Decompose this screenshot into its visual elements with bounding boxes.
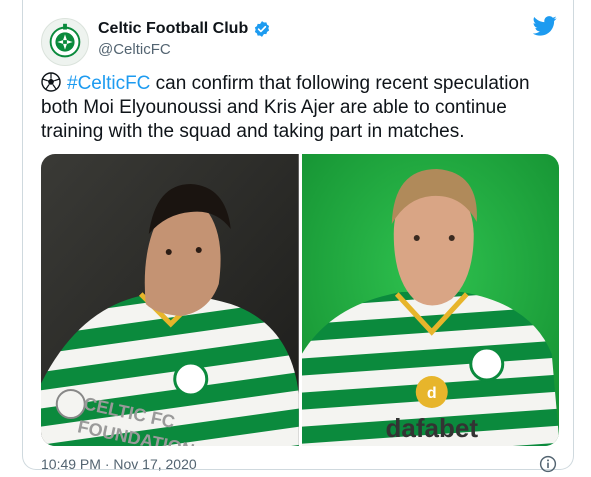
sponsor-text: dafabet [385, 413, 478, 443]
avatar[interactable] [41, 18, 89, 66]
photo-elyounoussi[interactable]: CELTIC FC FOUNDATION [41, 154, 299, 446]
hashtag-link[interactable]: #CelticFC [67, 73, 150, 94]
tweet-text: #CelticFC can confirm that following rec… [41, 72, 561, 144]
media-grid: CELTIC FC FOUNDATION d dafabet [41, 154, 559, 446]
info-icon[interactable] [539, 455, 557, 473]
tweet-timestamp[interactable]: 10:49 PM · Nov 17, 2020 [41, 456, 197, 472]
celtic-crest-icon [49, 23, 81, 58]
photo-ajer[interactable]: d dafabet [301, 154, 559, 446]
account-handle[interactable]: @CelticFC [98, 41, 171, 58]
account-name[interactable]: Celtic Football Club [98, 20, 248, 38]
soccer-ball-icon [41, 72, 61, 92]
player-photo-left: CELTIC FC FOUNDATION [41, 154, 299, 446]
verified-badge-icon [255, 21, 270, 37]
player-photo-right: d dafabet [301, 154, 559, 446]
tweet-card: Celtic Football Club @CelticFC #CelticFC… [22, 0, 574, 473]
account-name-row[interactable]: Celtic Football Club [98, 20, 271, 38]
svg-text:d: d [426, 385, 436, 402]
twitter-bird-icon[interactable] [533, 16, 557, 36]
